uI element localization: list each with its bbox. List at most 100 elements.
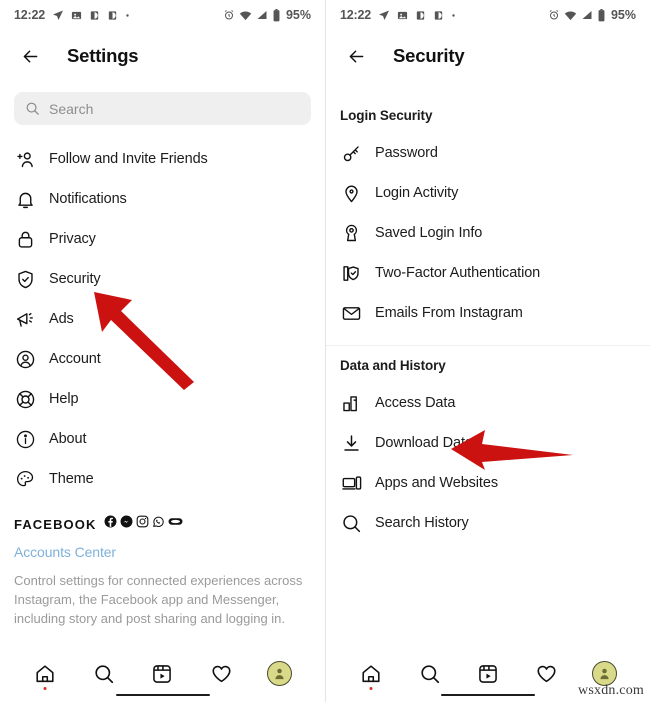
home-indicator (115, 693, 210, 696)
menu-item-privacy[interactable]: Privacy (0, 219, 325, 259)
shield-phone-icon (340, 262, 362, 284)
send-icon (52, 9, 64, 21)
profile-avatar[interactable] (267, 661, 293, 686)
nav-activity[interactable] (529, 657, 563, 691)
menu-item-label: Saved Login Info (375, 225, 483, 241)
menu-item-label: Emails From Instagram (375, 305, 523, 321)
search-placeholder: Search (49, 100, 94, 117)
status-bar: 12:22 95% (326, 0, 650, 30)
menu-item-label: Download Data (375, 435, 473, 451)
menu-item-access-data[interactable]: Access Data (326, 383, 650, 423)
menu-item-label: Ads (49, 311, 74, 327)
signal-icon (256, 9, 268, 21)
login-security-list: Password Login Activity Saved Login Info (326, 131, 650, 333)
battery-saver-icon (415, 10, 426, 21)
avatar-figure-icon (275, 668, 284, 680)
search-icon (95, 664, 113, 683)
menu-item-security[interactable]: Security (0, 259, 325, 299)
heart-icon (212, 665, 231, 683)
home-badge-dot (43, 686, 47, 690)
status-time: 12:22 (340, 8, 371, 22)
nav-search[interactable] (87, 657, 121, 691)
facebook-block: FACEBOOK Accounts Center Control setting… (0, 507, 325, 628)
menu-item-about[interactable]: About (0, 419, 325, 459)
dual-screenshot-container: 12:22 95% Settings Search Follow and Inv… (0, 0, 650, 702)
menu-item-two-factor-authentication[interactable]: Two-Factor Authentication (326, 253, 650, 293)
menu-item-help[interactable]: Help (0, 379, 325, 419)
menu-item-label: Login Activity (375, 185, 459, 201)
data-history-list: Access Data Download Data Apps and Websi… (326, 381, 650, 543)
menu-item-login-activity[interactable]: Login Activity (326, 173, 650, 213)
menu-item-search-history[interactable]: Search History (326, 503, 650, 543)
menu-item-label: Two-Factor Authentication (375, 265, 541, 281)
nav-activity[interactable] (204, 657, 238, 691)
facebook-brand-row: FACEBOOK (14, 515, 311, 533)
menu-item-account[interactable]: Account (0, 339, 325, 379)
location-pin-icon (340, 182, 362, 204)
battery-saver-icon (89, 10, 100, 21)
add-person-icon (14, 148, 36, 170)
photo-icon (397, 10, 408, 21)
page-title: Settings (67, 45, 139, 66)
back-button[interactable] (342, 42, 370, 70)
devices-icon (340, 472, 362, 494)
facebook-brand-label: FACEBOOK (14, 516, 97, 532)
back-button[interactable] (16, 42, 44, 70)
lock-icon (14, 228, 36, 250)
watermark: wsxdn.com (578, 683, 644, 698)
menu-item-label: Theme (49, 471, 94, 487)
arrow-left-icon (349, 50, 363, 62)
status-time: 12:22 (14, 8, 45, 22)
menu-item-saved-login-info[interactable]: Saved Login Info (326, 213, 650, 253)
menu-item-ads[interactable]: Ads (0, 299, 325, 339)
dot-icon (125, 13, 130, 18)
nav-reels[interactable] (145, 657, 179, 691)
facebook-description: Control settings for connected experienc… (14, 573, 303, 626)
menu-item-label: Notifications (49, 191, 127, 207)
menu-item-emails-from-instagram[interactable]: Emails From Instagram (326, 293, 650, 333)
alarm-icon (548, 9, 560, 21)
accounts-center-link[interactable]: Accounts Center (14, 544, 311, 560)
menu-item-label: Security (49, 271, 101, 287)
nav-search[interactable] (413, 657, 447, 691)
status-left-icons (52, 9, 130, 21)
menu-item-download-data[interactable]: Download Data (326, 423, 650, 463)
nav-home[interactable] (28, 657, 62, 691)
section-divider (326, 345, 650, 346)
menu-item-apps-and-websites[interactable]: Apps and Websites (326, 463, 650, 503)
nav-reels[interactable] (471, 657, 505, 691)
menu-item-follow-invite-friends[interactable]: Follow and Invite Friends (0, 139, 325, 179)
lifebuoy-icon (14, 388, 36, 410)
menu-item-theme[interactable]: Theme (0, 459, 325, 499)
settings-header: Settings (0, 30, 325, 82)
status-right-icons: 95% (548, 8, 636, 22)
oculus-icon (168, 515, 183, 533)
instagram-icon (136, 515, 149, 533)
search-input[interactable]: Search (14, 92, 311, 125)
reels-icon (479, 664, 497, 683)
menu-item-password[interactable]: Password (326, 133, 650, 173)
bottom-navigation-left (0, 645, 325, 702)
battery-icon (272, 8, 281, 22)
menu-item-label: Search History (375, 515, 469, 531)
bell-icon (14, 188, 36, 210)
envelope-icon (340, 302, 362, 324)
home-icon (36, 664, 54, 682)
nav-profile[interactable] (263, 657, 297, 691)
nav-home[interactable] (354, 657, 388, 691)
bar-chart-icon (340, 392, 362, 414)
person-circle-icon (14, 348, 36, 370)
download-icon (340, 432, 362, 454)
reels-icon (153, 664, 172, 683)
menu-item-label: Password (375, 145, 438, 161)
section-title-data-and-history: Data and History (340, 358, 446, 373)
section-title-login-security: Login Security (340, 108, 433, 123)
menu-item-label: Follow and Invite Friends (49, 151, 208, 167)
menu-item-notifications[interactable]: Notifications (0, 179, 325, 219)
settings-menu: Follow and Invite Friends Notifications … (0, 129, 325, 499)
battery-saver-icon (433, 10, 444, 21)
alarm-icon (223, 9, 235, 21)
home-indicator (441, 693, 535, 696)
search-wrapper: Search (0, 82, 325, 129)
messenger-icon (120, 515, 133, 533)
